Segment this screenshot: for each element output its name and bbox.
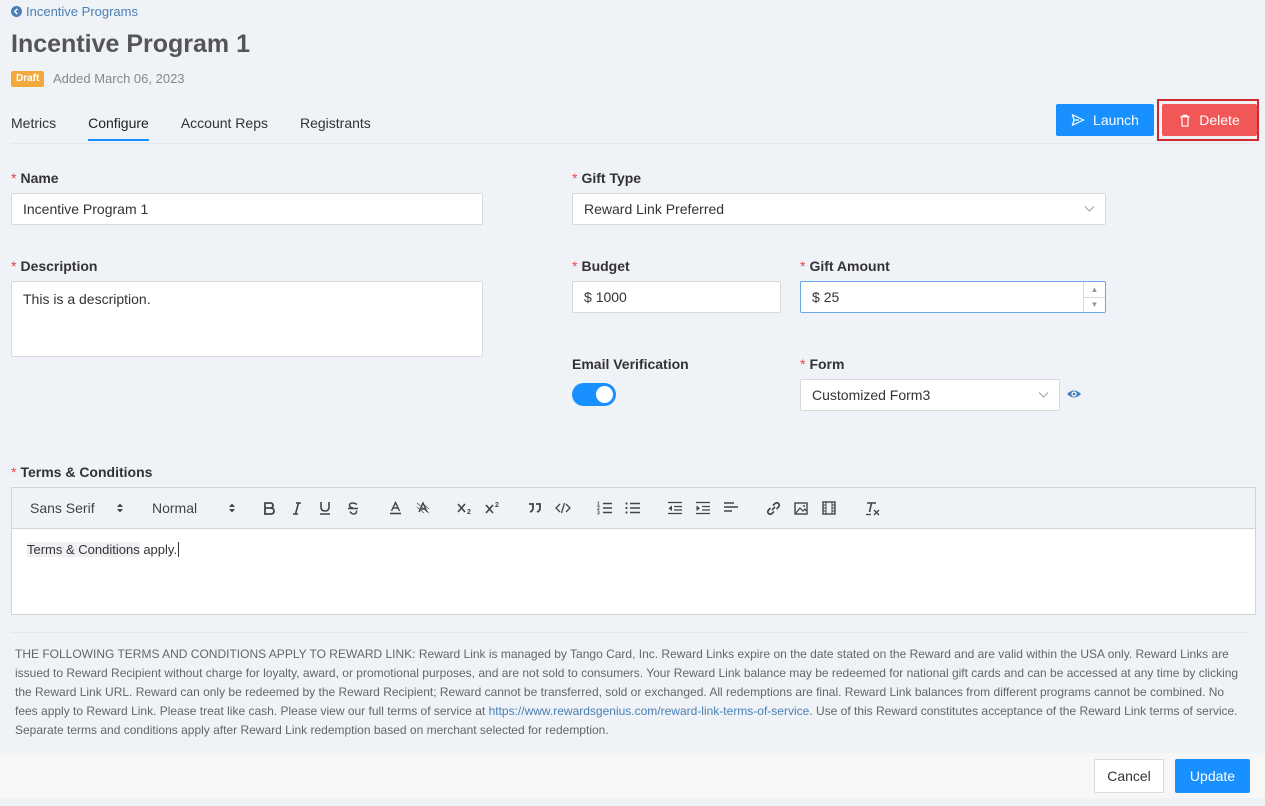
send-icon [1071, 114, 1085, 126]
email-verification-label: Email Verification [572, 356, 689, 372]
terms-divider [11, 632, 1250, 633]
description-label: * Description [11, 258, 98, 274]
toggle-knob [596, 386, 613, 403]
gift-amount-label: * Gift Amount [800, 258, 890, 274]
strikethrough-icon[interactable] [342, 497, 364, 519]
tab-configure[interactable]: Configure [88, 115, 149, 141]
chevron-down-icon [1084, 206, 1095, 212]
launch-label: Launch [1093, 112, 1139, 128]
terms-text: THE FOLLOWING TERMS AND CONDITIONS APPLY… [15, 647, 1239, 737]
svg-text:3: 3 [597, 511, 600, 516]
align-left-icon[interactable] [720, 497, 742, 519]
added-date: Added March 06, 2023 [53, 71, 185, 86]
bold-icon[interactable] [258, 497, 280, 519]
rich-text-editor: Sans Serif Normal 2 2 1 2 3 Terms & Cond… [11, 487, 1256, 615]
editor-content[interactable]: Terms & Conditions apply. [12, 529, 1255, 570]
font-size-picker[interactable]: Normal [152, 500, 236, 516]
status-badge: Draft [11, 71, 45, 87]
back-link-label: Incentive Programs [26, 4, 138, 19]
name-field[interactable]: Incentive Program 1 [11, 193, 483, 225]
footer-bar [0, 753, 1265, 798]
subscript-icon[interactable]: 2 [454, 497, 476, 519]
ordered-list-icon[interactable]: 123 [594, 497, 616, 519]
italic-icon[interactable] [286, 497, 308, 519]
cancel-button[interactable]: Cancel [1094, 759, 1164, 793]
underline-icon[interactable] [314, 497, 336, 519]
updown-icon [229, 503, 235, 513]
superscript-icon[interactable]: 2 [482, 497, 504, 519]
tab-divider [11, 143, 1255, 144]
tab-metrics[interactable]: Metrics [11, 115, 56, 141]
tab-bar: Metrics Configure Account Reps Registran… [11, 115, 403, 141]
code-block-icon[interactable] [552, 497, 574, 519]
stepper-up-button[interactable]: ▲ [1084, 282, 1105, 297]
budget-field[interactable]: $ 1000 [572, 281, 781, 313]
terms-of-service-link[interactable]: https://www.rewardsgenius.com/reward-lin… [489, 704, 810, 718]
arrow-left-icon [11, 6, 22, 17]
terms-label: * Terms & Conditions [11, 464, 153, 480]
stepper-down-button[interactable]: ▼ [1084, 296, 1105, 313]
form-select[interactable]: Customized Form3 [800, 379, 1060, 411]
launch-button[interactable]: Launch [1056, 104, 1154, 136]
indent-icon[interactable] [692, 497, 714, 519]
trash-icon [1180, 114, 1190, 127]
image-icon[interactable] [790, 497, 812, 519]
editor-toolbar: Sans Serif Normal 2 2 1 2 3 [12, 488, 1255, 529]
page-title: Incentive Program 1 [11, 30, 250, 58]
eye-icon[interactable] [1066, 388, 1082, 400]
gift-type-select[interactable]: Reward Link Preferred [572, 193, 1106, 225]
background-color-icon[interactable] [412, 497, 434, 519]
back-link[interactable]: Incentive Programs [11, 4, 138, 19]
tab-account-reps[interactable]: Account Reps [181, 115, 268, 141]
bullet-list-icon[interactable] [622, 497, 644, 519]
tab-registrants[interactable]: Registrants [300, 115, 371, 141]
clear-format-icon[interactable] [862, 497, 884, 519]
outdent-icon[interactable] [664, 497, 686, 519]
name-label: * Name [11, 170, 59, 186]
delete-label: Delete [1199, 112, 1240, 128]
svg-text:2: 2 [495, 502, 499, 509]
blockquote-icon[interactable] [524, 497, 546, 519]
chevron-down-icon [1038, 392, 1049, 398]
font-family-picker[interactable]: Sans Serif [30, 500, 124, 516]
editor-text: apply. [139, 542, 178, 557]
link-icon[interactable] [762, 497, 784, 519]
video-icon[interactable] [818, 497, 840, 519]
email-verification-toggle[interactable] [572, 383, 616, 406]
delete-button[interactable]: Delete [1162, 104, 1257, 136]
text-color-icon[interactable] [384, 497, 406, 519]
svg-text:2: 2 [467, 509, 471, 515]
gift-amount-field[interactable]: $ 25 ▲ ▼ [800, 281, 1106, 313]
gift-type-label: * Gift Type [572, 170, 642, 186]
budget-label: * Budget [572, 258, 630, 274]
editor-text-highlight: Terms & Conditions [27, 542, 140, 557]
description-textarea[interactable]: This is a description. [11, 281, 483, 357]
form-label: * Form [800, 356, 845, 372]
updown-icon [117, 503, 123, 513]
update-button[interactable]: Update [1175, 759, 1250, 793]
quantity-stepper: ▲ ▼ [1083, 282, 1105, 312]
